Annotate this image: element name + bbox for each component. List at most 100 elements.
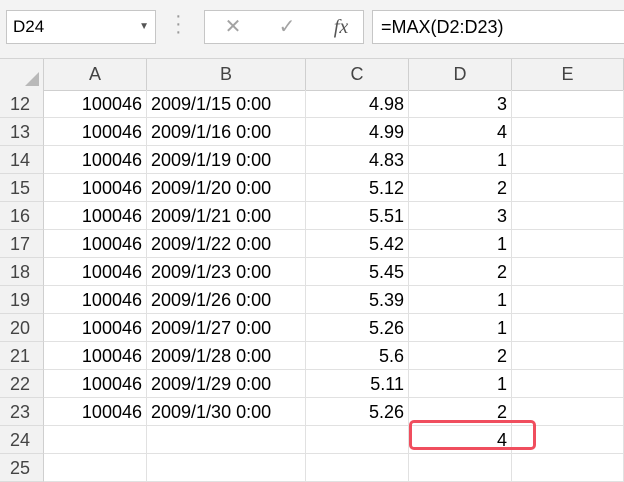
cell-d[interactable]: 2: [409, 258, 512, 286]
cell-a[interactable]: [44, 426, 147, 454]
row-header[interactable]: 19: [0, 286, 44, 314]
cell-a[interactable]: 100046: [44, 370, 147, 398]
cell-b[interactable]: 2009/1/16 0:00: [147, 118, 306, 146]
cell-b[interactable]: 2009/1/30 0:00: [147, 398, 306, 426]
cell-e[interactable]: [512, 230, 624, 258]
row-header[interactable]: 21: [0, 342, 44, 370]
name-box-value: D24: [13, 17, 45, 36]
cell-a[interactable]: 100046: [44, 342, 147, 370]
cell-a[interactable]: [44, 454, 147, 482]
cell-e[interactable]: [512, 454, 624, 482]
cell-e[interactable]: [512, 202, 624, 230]
select-all-button[interactable]: [0, 59, 44, 90]
cell-a[interactable]: 100046: [44, 202, 147, 230]
row-header[interactable]: 24: [0, 426, 44, 454]
row-header[interactable]: 13: [0, 118, 44, 146]
cell-b[interactable]: [147, 426, 306, 454]
cell-c[interactable]: 5.39: [306, 286, 409, 314]
cell-a[interactable]: 100046: [44, 286, 147, 314]
cell-c[interactable]: [306, 454, 409, 482]
chevron-down-icon[interactable]: ▼: [139, 11, 149, 43]
column-header-c[interactable]: C: [306, 59, 409, 90]
cell-b[interactable]: 2009/1/22 0:00: [147, 230, 306, 258]
highlight-box: [409, 420, 536, 450]
cell-e[interactable]: [512, 118, 624, 146]
row-header[interactable]: 15: [0, 174, 44, 202]
cell-b[interactable]: 2009/1/19 0:00: [147, 146, 306, 174]
cell-c[interactable]: 5.42: [306, 230, 409, 258]
cell-d[interactable]: 1: [409, 286, 512, 314]
row-header[interactable]: 12: [0, 90, 44, 118]
cell-c[interactable]: 5.51: [306, 202, 409, 230]
cell-c[interactable]: [306, 426, 409, 454]
cell-b[interactable]: 2009/1/27 0:00: [147, 314, 306, 342]
cell-b[interactable]: 2009/1/15 0:00: [147, 90, 306, 118]
cell-a[interactable]: 100046: [44, 398, 147, 426]
cell-e[interactable]: [512, 258, 624, 286]
column-header-row: A B C D E: [0, 59, 624, 91]
cell-c[interactable]: 4.83: [306, 146, 409, 174]
formula-buttons: ✕ ✓ fx: [204, 10, 364, 44]
cell-d[interactable]: 3: [409, 202, 512, 230]
formula-bar: D24 ▼ · · · ✕ ✓ fx =MAX(D2:D23): [0, 0, 624, 59]
cell-d[interactable]: 4: [409, 118, 512, 146]
cell-a[interactable]: 100046: [44, 146, 147, 174]
spreadsheet-grid: A B C D E 12 100046 2009/1/15 0:00 4.98 3 13 1…: [0, 59, 624, 482]
more-options-icon[interactable]: · · ·: [175, 6, 182, 42]
row-header[interactable]: 25: [0, 454, 44, 482]
cell-b[interactable]: 2009/1/21 0:00: [147, 202, 306, 230]
cell-e[interactable]: [512, 146, 624, 174]
cell-d[interactable]: 1: [409, 370, 512, 398]
column-header-e[interactable]: E: [512, 59, 624, 90]
cell-c[interactable]: 5.12: [306, 174, 409, 202]
cell-d[interactable]: 1: [409, 314, 512, 342]
cell-e[interactable]: [512, 90, 624, 118]
cell-a[interactable]: 100046: [44, 314, 147, 342]
row-header[interactable]: 16: [0, 202, 44, 230]
row-header[interactable]: 22: [0, 370, 44, 398]
cell-b[interactable]: 2009/1/26 0:00: [147, 286, 306, 314]
cell-e[interactable]: [512, 174, 624, 202]
column-header-d[interactable]: D: [409, 59, 512, 90]
row-header[interactable]: 14: [0, 146, 44, 174]
cell-d[interactable]: 1: [409, 230, 512, 258]
cell-d[interactable]: [409, 454, 512, 482]
column-header-b[interactable]: B: [147, 59, 306, 90]
cell-b[interactable]: 2009/1/20 0:00: [147, 174, 306, 202]
cell-c[interactable]: 5.45: [306, 258, 409, 286]
name-box[interactable]: D24 ▼: [6, 10, 156, 44]
cell-c[interactable]: 4.98: [306, 90, 409, 118]
cell-c[interactable]: 5.6: [306, 342, 409, 370]
row-header[interactable]: 17: [0, 230, 44, 258]
insert-function-icon[interactable]: fx: [321, 11, 361, 43]
cancel-icon[interactable]: ✕: [213, 11, 253, 43]
cell-c[interactable]: 5.11: [306, 370, 409, 398]
cell-a[interactable]: 100046: [44, 230, 147, 258]
cell-d[interactable]: 3: [409, 90, 512, 118]
cell-b[interactable]: 2009/1/23 0:00: [147, 258, 306, 286]
cell-a[interactable]: 100046: [44, 118, 147, 146]
cell-a[interactable]: 100046: [44, 174, 147, 202]
cell-b[interactable]: 2009/1/28 0:00: [147, 342, 306, 370]
cell-c[interactable]: 5.26: [306, 314, 409, 342]
cell-b[interactable]: 2009/1/29 0:00: [147, 370, 306, 398]
cell-a[interactable]: 100046: [44, 258, 147, 286]
enter-icon[interactable]: ✓: [267, 11, 307, 43]
cell-b[interactable]: [147, 454, 306, 482]
cell-d[interactable]: 2: [409, 174, 512, 202]
formula-input[interactable]: =MAX(D2:D23): [372, 10, 624, 44]
cell-d[interactable]: 2: [409, 342, 512, 370]
cell-e[interactable]: [512, 286, 624, 314]
cell-e[interactable]: [512, 342, 624, 370]
cell-e[interactable]: [512, 370, 624, 398]
cell-e[interactable]: [512, 314, 624, 342]
row-header[interactable]: 20: [0, 314, 44, 342]
row-header[interactable]: 23: [0, 398, 44, 426]
select-all-icon: [25, 72, 39, 86]
cell-a[interactable]: 100046: [44, 90, 147, 118]
cell-c[interactable]: 5.26: [306, 398, 409, 426]
cell-c[interactable]: 4.99: [306, 118, 409, 146]
cell-d[interactable]: 1: [409, 146, 512, 174]
column-header-a[interactable]: A: [44, 59, 147, 90]
row-header[interactable]: 18: [0, 258, 44, 286]
